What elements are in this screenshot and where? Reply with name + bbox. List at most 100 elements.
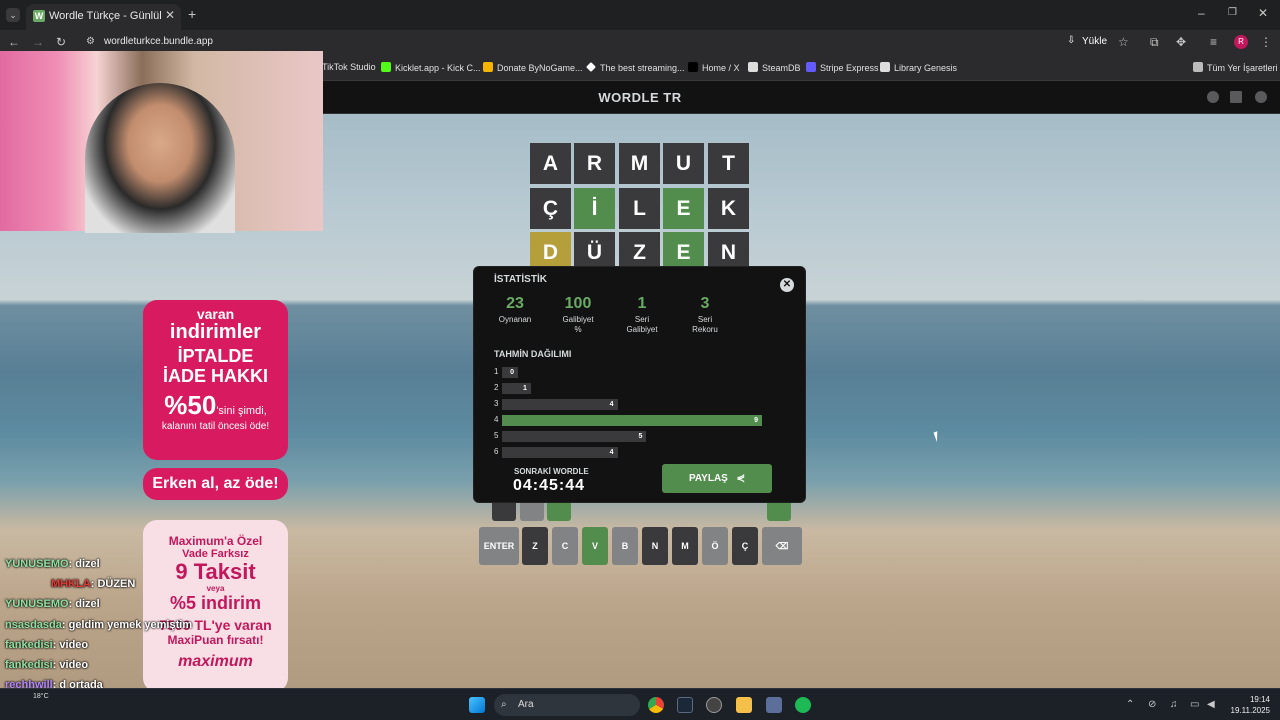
ad-text: İPTALDE	[177, 346, 254, 366]
tray-chevron-icon[interactable]: ⌃	[1126, 698, 1134, 712]
x-icon	[688, 62, 698, 72]
start-icon[interactable]	[469, 697, 485, 713]
back-icon[interactable]: ←	[8, 35, 20, 49]
steam-icon[interactable]	[677, 697, 693, 713]
forward-icon[interactable]: →	[32, 35, 44, 49]
close-modal-button[interactable]: ✕	[780, 278, 794, 292]
file-explorer-icon[interactable]	[736, 697, 752, 713]
app-icon[interactable]	[706, 697, 722, 713]
ad-text: varan	[196, 306, 235, 322]
chat-username: fankedisi	[5, 638, 53, 651]
search-label: Ara	[518, 699, 534, 710]
next-wordle-label: SONRAKİ WORDLE	[514, 467, 589, 476]
translate-icon[interactable]: ⧉	[1150, 35, 1159, 49]
bookmark-bynogame[interactable]: Donate ByNoGame...	[483, 62, 583, 73]
browser-tab[interactable]: W Wordle Türkçe - Günlük Kelime ✕	[26, 4, 181, 30]
steamdb-icon	[748, 62, 758, 72]
bookmark-steamdb[interactable]: SteamDB	[748, 62, 801, 73]
site-info-icon[interactable]: ⚙	[86, 35, 95, 49]
bookmark-streaming[interactable]: The best streaming...	[586, 62, 685, 73]
diamond-icon	[586, 62, 596, 72]
clock-time[interactable]: 19:14	[1226, 695, 1270, 704]
key-c[interactable]: C	[552, 527, 578, 565]
board-tile: İ	[574, 188, 615, 229]
ad-cta[interactable]: Erken al, az öde!	[143, 468, 288, 500]
minimize-icon[interactable]: –	[1198, 6, 1205, 20]
reload-icon[interactable]: ↻	[56, 35, 66, 49]
stats-icon[interactable]	[1230, 91, 1242, 103]
bookmark-libgen[interactable]: Library Genesis	[880, 62, 957, 73]
menu-icon[interactable]: ⋮	[1260, 35, 1272, 49]
bookmark-x[interactable]: Home / X	[688, 62, 740, 73]
board-tile: M	[619, 143, 660, 184]
volume-icon[interactable]: ◀	[1207, 698, 1215, 712]
wordle-favicon-icon: W	[33, 10, 45, 22]
ad-text: 'sini şimdi,	[216, 405, 267, 417]
ad-text: İADE HAKKI	[162, 366, 268, 386]
share-button[interactable]: PAYLAŞ ⋞	[662, 464, 772, 493]
network-icon[interactable]: ⊘	[1148, 698, 1156, 712]
key-z[interactable]: Z	[522, 527, 548, 565]
spotify-icon[interactable]	[795, 697, 811, 713]
tab-list-icon[interactable]: ⌄	[6, 8, 20, 22]
chat-username: YUNUSEMO	[5, 558, 69, 570]
close-window-icon[interactable]: ✕	[1258, 6, 1268, 20]
taskbar-search[interactable]: ⌕ Ara	[494, 694, 640, 716]
key-v[interactable]: V	[582, 527, 608, 565]
ad-text: %5 indirim	[169, 593, 262, 613]
statistics-modal: İSTATİSTİK ✕ 23 Oynanan 100 Galibiyet % …	[473, 266, 806, 503]
bookmark-tiktok[interactable]: TikTok Studio	[322, 62, 376, 72]
clock-date[interactable]: 19.11.2025	[1226, 706, 1270, 715]
distribution-row: 55	[494, 431, 794, 442]
board-tile: Ç	[530, 188, 571, 229]
key-o-umlaut[interactable]: Ö	[702, 527, 728, 565]
stripe-icon	[806, 62, 816, 72]
key-c-cedilla[interactable]: Ç	[732, 527, 758, 565]
stat-label: Oynanan	[498, 315, 532, 324]
share-label: PAYLAŞ	[688, 473, 728, 484]
chat-username: MHKLA	[51, 578, 91, 591]
streamer-image	[85, 83, 235, 233]
distribution-row: 64	[494, 447, 794, 458]
folder-icon	[1193, 62, 1203, 72]
extensions-icon[interactable]: ✥	[1176, 35, 1186, 49]
display-icon[interactable]: ▭	[1190, 698, 1199, 712]
install-button[interactable]: ⇩ Yükle	[1066, 34, 1108, 50]
url-field[interactable]: wordleturkce.bundle.app	[104, 36, 213, 47]
stat-label: Seri Rekoru	[692, 315, 718, 334]
weather-temp: 18°C	[33, 693, 49, 700]
distribution-guess-label: 3	[494, 399, 499, 408]
bookmark-star-icon[interactable]: ☆	[1118, 35, 1129, 49]
key-m[interactable]: M	[672, 527, 698, 565]
key-n[interactable]: N	[642, 527, 668, 565]
key-enter[interactable]: ENTER	[479, 527, 519, 565]
close-tab-icon[interactable]: ✕	[165, 8, 175, 22]
board-tile: U	[663, 143, 704, 184]
board-tile: T	[708, 143, 749, 184]
bookmark-stripe[interactable]: Stripe Express	[806, 62, 879, 73]
bookmark-kicklet[interactable]: Kicklet.app - Kick C...	[381, 62, 481, 73]
ad-card-top: varan indirimler İPTALDE İADE HAKKI %50'…	[143, 300, 288, 460]
ad-text: Maximum'a Özel	[168, 534, 263, 548]
all-bookmarks[interactable]: Tüm Yer İşaretleri	[1193, 62, 1278, 73]
book-icon	[880, 62, 890, 72]
help-icon[interactable]	[1207, 91, 1219, 103]
stat-value: 1	[637, 295, 647, 312]
profile-avatar[interactable]: R	[1234, 35, 1248, 49]
restore-icon[interactable]: ❐	[1228, 6, 1237, 20]
ad-text: veya	[206, 584, 225, 593]
kicklet-icon	[381, 62, 391, 72]
bynogame-icon	[483, 62, 493, 72]
backspace-key[interactable]: ⌫	[762, 527, 802, 565]
mic-icon[interactable]: ♫	[1170, 698, 1178, 712]
media-icon[interactable]: ≡	[1210, 35, 1217, 49]
chrome-icon[interactable]	[648, 697, 664, 713]
key-b[interactable]: B	[612, 527, 638, 565]
chat-message: YUNUSEMO: dizel	[5, 598, 100, 616]
settings-icon[interactable]	[1255, 91, 1267, 103]
new-tab-icon[interactable]: +	[188, 7, 196, 21]
tab-title: Wordle Türkçe - Günlük Kelime	[49, 10, 161, 22]
stat-label: Seri Galibiyet	[626, 315, 658, 334]
chat-username: YUNUSEMO	[5, 598, 69, 611]
app-icon[interactable]	[766, 697, 782, 713]
